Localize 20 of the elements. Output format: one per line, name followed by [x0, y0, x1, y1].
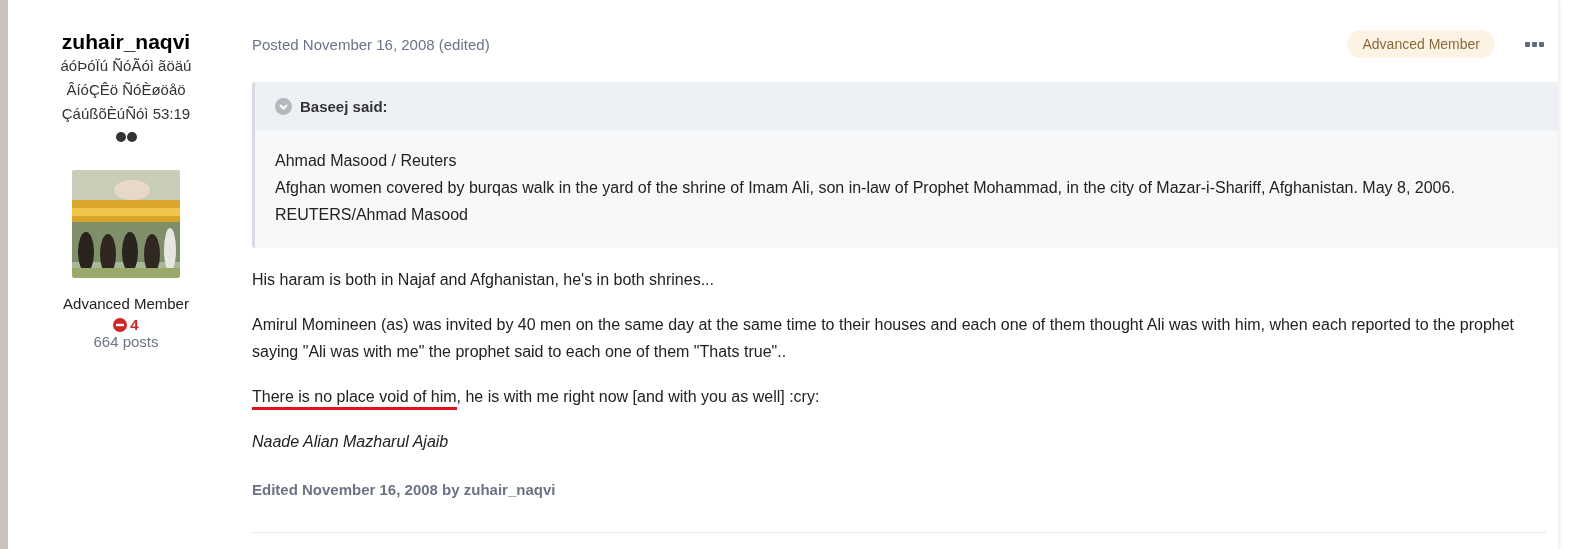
post-paragraph: There is no place void of him, he is with me right now [and with you as well] :cry:	[252, 383, 1558, 410]
rank-pips-icon	[115, 132, 137, 142]
edited-note: Edited November 16, 2008 by zuhair_naqvi	[252, 481, 557, 498]
author-name[interactable]: zuhair_naqvi	[61, 30, 191, 54]
reputation-count: 4	[130, 316, 139, 333]
member-title: áóÞóÏú ÑóÃóì ãöäú	[60, 56, 192, 76]
quote-text: Afghan women covered by burqas walk in the yard of the shrine of Imam Ali, son in-law of Prophet Mohammad, in the city of Mazar-i-Shariff, Afghanistan. May 8, 2006. REUTERS/Ahmad Masood	[275, 178, 1456, 225]
post-paragraph: Amirul Momineen (as) was invited by 40 men on the same day at the same time to their houses and each one of them thought Ali was with him, when each reported to the prophet saying "Ali was with me" the prophet said to each one of them "Thats true"..	[252, 315, 1516, 362]
member-title: ÂíóÇÊö ÑóÈøöåö	[66, 80, 186, 100]
minus-circle-icon	[113, 317, 128, 332]
post-count: 664 posts	[93, 333, 159, 350]
member-group: Advanced Member	[63, 292, 189, 316]
quote-text: Ahmad Masood / Reuters	[275, 151, 458, 171]
member-title: ÇáúßõÈúÑóì 53:19	[61, 104, 191, 124]
post-paragraph: His haram is both in Najaf and Afghanistan, he's in both shrines...	[252, 270, 715, 290]
post-signature: Naade Alian Mazharul Ajaib	[252, 432, 450, 452]
quote-citation: Baseej said:	[300, 98, 388, 115]
post-date: Posted November 16, 2008 (edited)	[252, 35, 490, 53]
member-badge: Advanced Member	[1347, 30, 1495, 58]
more-options-icon[interactable]	[1525, 41, 1544, 47]
